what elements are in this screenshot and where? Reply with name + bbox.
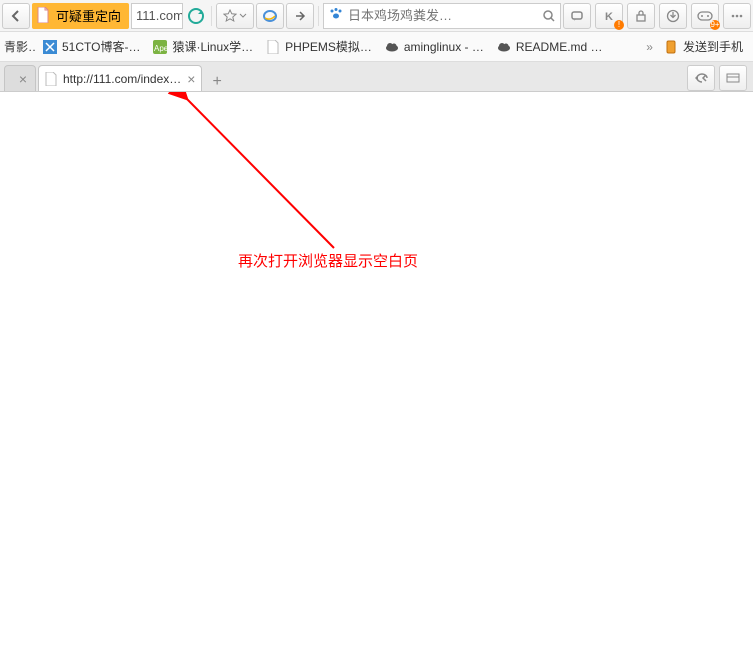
tab-close-icon[interactable]: ×: [19, 71, 27, 87]
bookmarks-overflow[interactable]: »: [642, 40, 657, 54]
ie-mode-button[interactable]: [256, 3, 284, 29]
bookmarks-bar: 青影… 51CTO博客-… Ape 猿课·Linux学… PHPEMS模拟… a…: [0, 32, 753, 62]
separator: [318, 6, 319, 26]
tab-close-icon[interactable]: ×: [187, 71, 195, 87]
undo-close-button[interactable]: [687, 65, 715, 91]
game-button[interactable]: 9+: [691, 3, 719, 29]
notification-badge: !: [614, 20, 624, 30]
annotation-text: 再次打开浏览器显示空白页: [238, 250, 418, 271]
more-button[interactable]: [723, 3, 751, 29]
k-button[interactable]: K !: [595, 3, 623, 29]
new-tab-button[interactable]: +: [204, 73, 229, 91]
bookmark-readme[interactable]: README.md …: [490, 35, 609, 59]
lock-icon: [634, 9, 648, 23]
file-icon: [265, 39, 281, 55]
favorites-button[interactable]: [216, 3, 254, 29]
forward-button[interactable]: [286, 3, 314, 29]
bookmark-label: 51CTO博客-…: [62, 38, 140, 55]
refresh-icon: [187, 7, 205, 25]
send-to-phone[interactable]: 发送到手机: [657, 35, 749, 59]
search-input[interactable]: [348, 8, 542, 23]
download-icon: [666, 9, 680, 23]
phone-icon: [663, 39, 679, 55]
annotation-arrow: [0, 92, 440, 352]
chevron-left-icon: [11, 10, 21, 22]
baidu-paw-icon: [328, 6, 344, 25]
lock-button[interactable]: [627, 3, 655, 29]
bookmark-left-trunc[interactable]: 青影…: [4, 35, 36, 59]
svg-text:Ape: Ape: [154, 44, 167, 53]
refresh-button[interactable]: [185, 3, 207, 29]
bookmark-label: PHPEMS模拟…: [285, 38, 372, 55]
ie-icon: [262, 8, 278, 24]
main-toolbar: 可疑重定向 111.com K !: [0, 0, 753, 32]
star-icon: [223, 9, 237, 23]
bookmark-label: aminglinux - …: [404, 40, 484, 54]
search-box[interactable]: [323, 3, 561, 29]
arrow-right-icon: [294, 10, 306, 22]
bookmark-label: 猿课·Linux学…: [172, 38, 253, 55]
cloud-icon: [496, 39, 512, 55]
redirect-warning-badge[interactable]: 可疑重定向: [32, 3, 129, 29]
undo-icon: [693, 72, 709, 84]
game-badge: 9+: [710, 20, 720, 30]
message-button[interactable]: [563, 3, 591, 29]
svg-text:K: K: [605, 11, 613, 23]
address-bar[interactable]: 111.com: [131, 3, 183, 29]
back-button[interactable]: [2, 3, 30, 29]
tab-list-button[interactable]: [719, 65, 747, 91]
list-icon: [726, 73, 740, 83]
bookmark-aminglinux[interactable]: aminglinux - …: [378, 35, 490, 59]
file-warning-icon: [36, 7, 50, 26]
bookmark-label: README.md …: [516, 40, 603, 54]
separator: [211, 6, 212, 26]
bookmark-ape[interactable]: Ape 猿课·Linux学…: [146, 35, 259, 59]
bookmark-icon: Ape: [152, 39, 168, 55]
address-text: 111.com: [136, 8, 183, 23]
download-button[interactable]: [659, 3, 687, 29]
send-phone-label: 发送到手机: [683, 38, 743, 55]
message-icon: [570, 9, 584, 23]
tab-blank[interactable]: ×: [4, 65, 36, 91]
cloud-icon: [384, 39, 400, 55]
more-icon: [730, 9, 744, 23]
bookmark-icon: [42, 39, 58, 55]
search-icon[interactable]: [542, 9, 556, 23]
right-toolbar-buttons: K ! 9+: [563, 3, 751, 29]
dropdown-icon: [239, 12, 247, 20]
k-icon: K: [602, 9, 616, 23]
tab-title: http://111.com/index…: [63, 72, 181, 86]
tab-favicon: [45, 72, 59, 86]
warning-text: 可疑重定向: [56, 6, 121, 25]
bookmark-51cto[interactable]: 51CTO博客-…: [36, 35, 146, 59]
bookmark-phpems[interactable]: PHPEMS模拟…: [259, 35, 378, 59]
page-content: 再次打开浏览器显示空白页: [0, 92, 753, 649]
tabs-right-controls: [687, 65, 749, 91]
tabs-bar: × http://111.com/index… × +: [0, 62, 753, 92]
tab-active[interactable]: http://111.com/index… ×: [38, 65, 202, 91]
